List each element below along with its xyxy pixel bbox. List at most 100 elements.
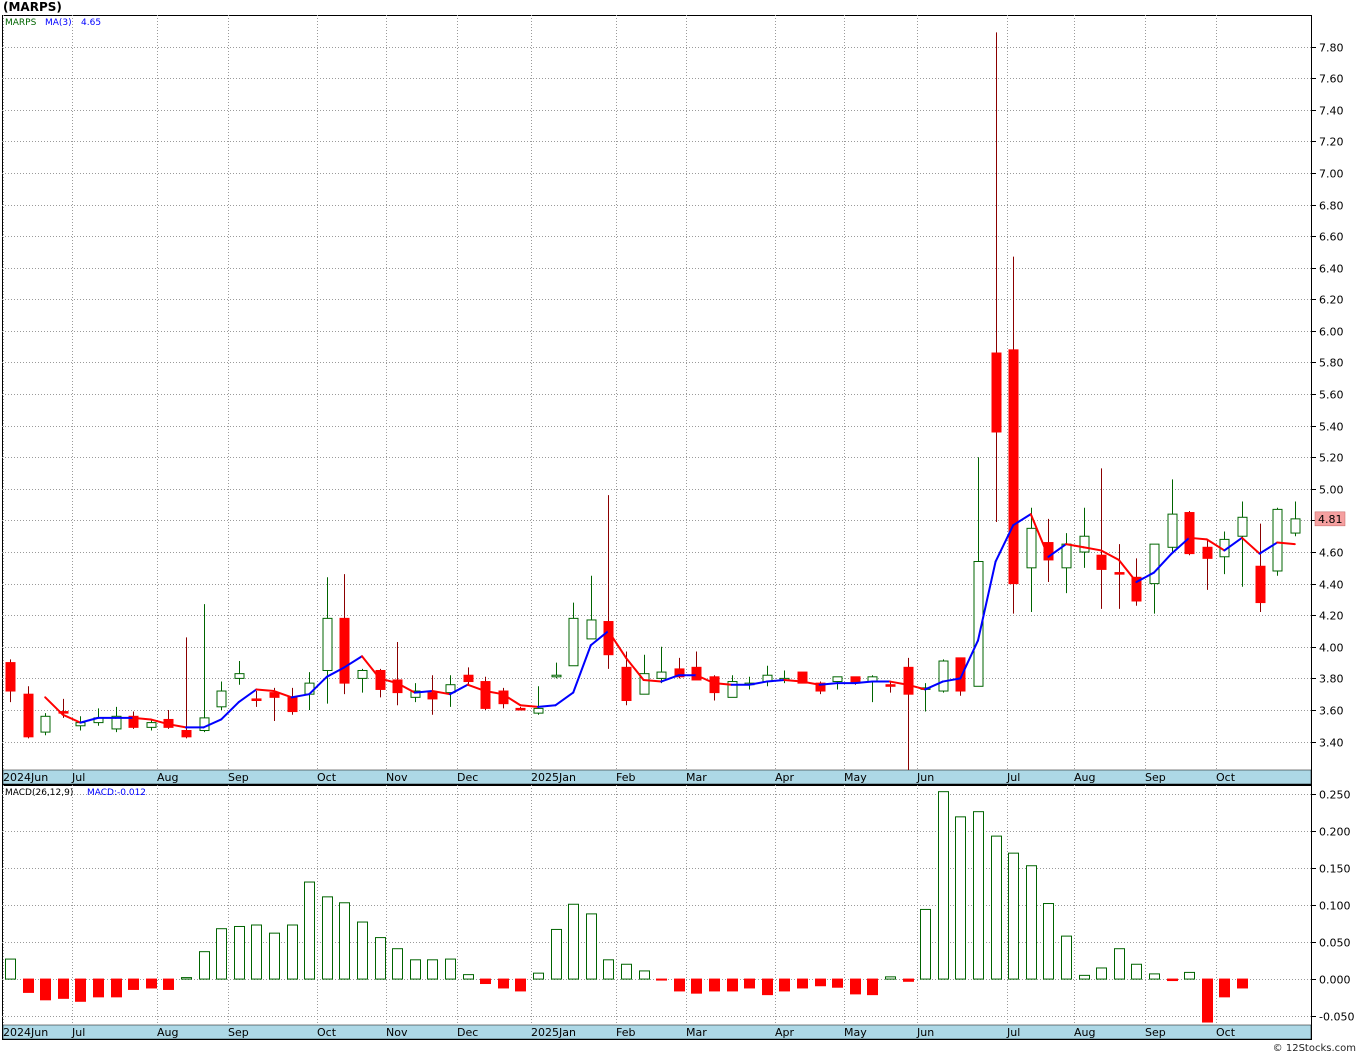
macd-bar-positive [568,903,579,980]
candle-up [656,671,667,679]
macd-bar-negative [850,978,861,995]
macd-bar-negative [480,978,491,985]
macd-bar-positive [322,896,333,980]
macd-bar-positive [251,924,262,980]
candle-up [199,717,210,732]
price-month-label: Mar [686,771,707,784]
macd-bar-positive [885,976,896,980]
price-tick-label: 6.40 [1319,263,1344,276]
macd-bar-positive [5,958,16,980]
macd-bar-negative [1219,978,1230,998]
price-tick-label: 5.60 [1319,389,1344,402]
price-tick-label: 7.60 [1319,73,1344,86]
macd-month-label: Aug [1074,1026,1095,1039]
macd-bar-negative [709,978,720,992]
price-month-label: 2025Jan [531,771,576,784]
price-macd-chart: 3.403.603.804.004.204.404.604.805.005.20… [2,15,1354,1040]
macd-month-label: May [844,1026,867,1039]
price-tick-label: 3.60 [1319,705,1344,718]
macd-bar-positive [586,913,597,980]
macd-bar-negative [58,978,69,999]
macd-bar-positive [463,974,474,980]
candle-down [955,657,966,692]
macd-bar-positive [1184,971,1195,980]
candle-down [287,696,298,713]
macd-bar-negative [744,978,755,989]
candle-down [603,621,614,656]
macd-month-label: Feb [616,1026,635,1039]
candle-up [40,715,51,733]
candle-up [1167,513,1178,548]
macd-bar-positive [973,811,984,980]
macd-bar-positive [427,959,438,980]
macd-month-label: Aug [157,1026,178,1039]
macd-bar-negative [163,978,174,990]
candle-up [1149,543,1160,585]
price-tick-label: 3.80 [1319,673,1344,686]
candle-up [1079,535,1090,553]
candle-down [709,676,720,694]
macd-month-label: Sep [1145,1026,1166,1039]
macd-bar-negative [146,978,157,989]
macd-bar-negative [674,978,685,992]
macd-bar-negative [1202,978,1213,1023]
macd-bar-negative [40,978,51,1001]
macd-month-label: Oct [317,1026,337,1039]
macd-bar-negative [1237,978,1248,989]
macd-month-label: Jul [71,1026,85,1039]
price-legend-ma: MA(3) [45,18,72,28]
price-tick-label: 5.00 [1319,484,1344,497]
price-panel-frame [2,15,1312,785]
macd-bar-negative [832,978,843,988]
macd-bar-negative [903,978,914,982]
macd-tick-label: 0.150 [1319,863,1351,876]
candle-down [463,674,474,683]
candle-up [1061,543,1072,569]
macd-bar-positive [920,908,931,980]
price-legend-ma-value: 4.65 [81,18,101,28]
price-month-label: Apr [775,771,795,784]
macd-bar-positive [639,970,650,980]
price-tick-label: 5.40 [1319,421,1344,434]
macd-tick-label: 0.050 [1319,937,1351,950]
macd-bar-negative [762,978,773,996]
candle-down [1008,349,1019,585]
watermark: © 12Stocks.com [1272,1043,1356,1054]
macd-bar-positive [445,958,456,980]
macd-bar-positive [1043,903,1054,980]
macd-bar-negative [727,978,738,992]
last-price-label: 4.81 [1318,513,1343,526]
price-month-label: May [844,771,867,784]
macd-bar-negative [779,978,790,992]
candle-up [216,690,227,708]
macd-bar-positive [621,963,632,980]
candle-up [551,674,562,678]
price-tick-label: 5.20 [1319,452,1344,465]
macd-bar-positive [304,881,315,980]
price-month-label: Jun [916,771,934,784]
price-month-label: Oct [317,771,337,784]
candle-up [357,669,368,679]
candle-up [1026,527,1037,569]
candle-down [903,666,914,695]
candle-up [568,617,579,667]
price-tick-label: 6.20 [1319,294,1344,307]
macd-bar-positive [1061,935,1072,980]
candle-up [322,617,333,671]
macd-bar-positive [287,924,298,980]
macd-month-label: Sep [228,1026,249,1039]
macd-tick-label: 0.250 [1319,789,1351,802]
candle-down [251,698,262,702]
price-tick-label: 4.20 [1319,610,1344,623]
macd-bar-positive [199,951,210,980]
candle-up [234,673,245,679]
macd-bar-positive [181,977,192,980]
macd-month-label: Jul [1006,1026,1020,1039]
macd-bar-positive [603,959,614,980]
candle-down [23,693,34,738]
macd-bar-positive [1131,963,1142,980]
macd-bar-positive [1096,967,1107,980]
macd-bar-positive [1026,865,1037,980]
candle-up [1237,516,1248,537]
macd-bar-positive [1079,974,1090,980]
